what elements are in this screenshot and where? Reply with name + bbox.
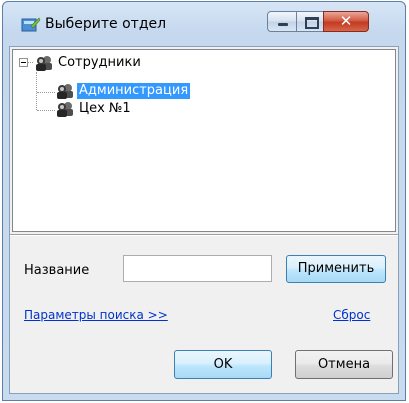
- tree-node-label: Администрация: [77, 83, 191, 99]
- tree-line: [36, 72, 37, 110]
- apply-button[interactable]: Применить: [286, 255, 386, 283]
- name-input[interactable]: [123, 255, 272, 282]
- dialog-client-area: Сотрудники Администрация Цех №1 Название…: [9, 46, 399, 394]
- minimize-button[interactable]: [267, 11, 297, 32]
- tree-node-root[interactable]: Сотрудники: [19, 55, 219, 73]
- ok-button[interactable]: OK: [174, 350, 272, 379]
- cancel-button[interactable]: Отмена: [295, 350, 393, 379]
- minimize-icon: [268, 12, 296, 31]
- tree-line: [37, 110, 55, 111]
- tree-line: [37, 92, 55, 93]
- divider: [10, 234, 398, 236]
- employees-icon: [57, 84, 73, 99]
- close-icon: ✕: [339, 12, 353, 30]
- name-label: Название: [24, 263, 90, 278]
- tree-node-label: Цех №1: [79, 101, 131, 116]
- title-bar[interactable]: Выберите отдел ✕: [3, 2, 405, 46]
- department-icon: [21, 17, 41, 32]
- department-tree[interactable]: Сотрудники Администрация Цех №1: [12, 49, 396, 232]
- window-title: Выберите отдел: [45, 16, 167, 32]
- maximize-button[interactable]: [296, 11, 324, 32]
- employees-icon: [36, 56, 52, 71]
- reset-link[interactable]: Сброс: [333, 308, 370, 322]
- maximize-icon: [297, 12, 323, 31]
- dialog-window: Выберите отдел ✕ Сотрудники Администраци…: [2, 1, 406, 401]
- employees-icon: [57, 102, 73, 117]
- tree-node-administration[interactable]: Администрация: [55, 83, 255, 101]
- tree-node-label: Сотрудники: [58, 55, 141, 70]
- collapse-toggle-icon[interactable]: [19, 58, 28, 67]
- search-params-link[interactable]: Параметры поиска >>: [24, 308, 168, 322]
- close-button[interactable]: ✕: [323, 11, 369, 32]
- tree-node-workshop-1[interactable]: Цех №1: [55, 101, 255, 119]
